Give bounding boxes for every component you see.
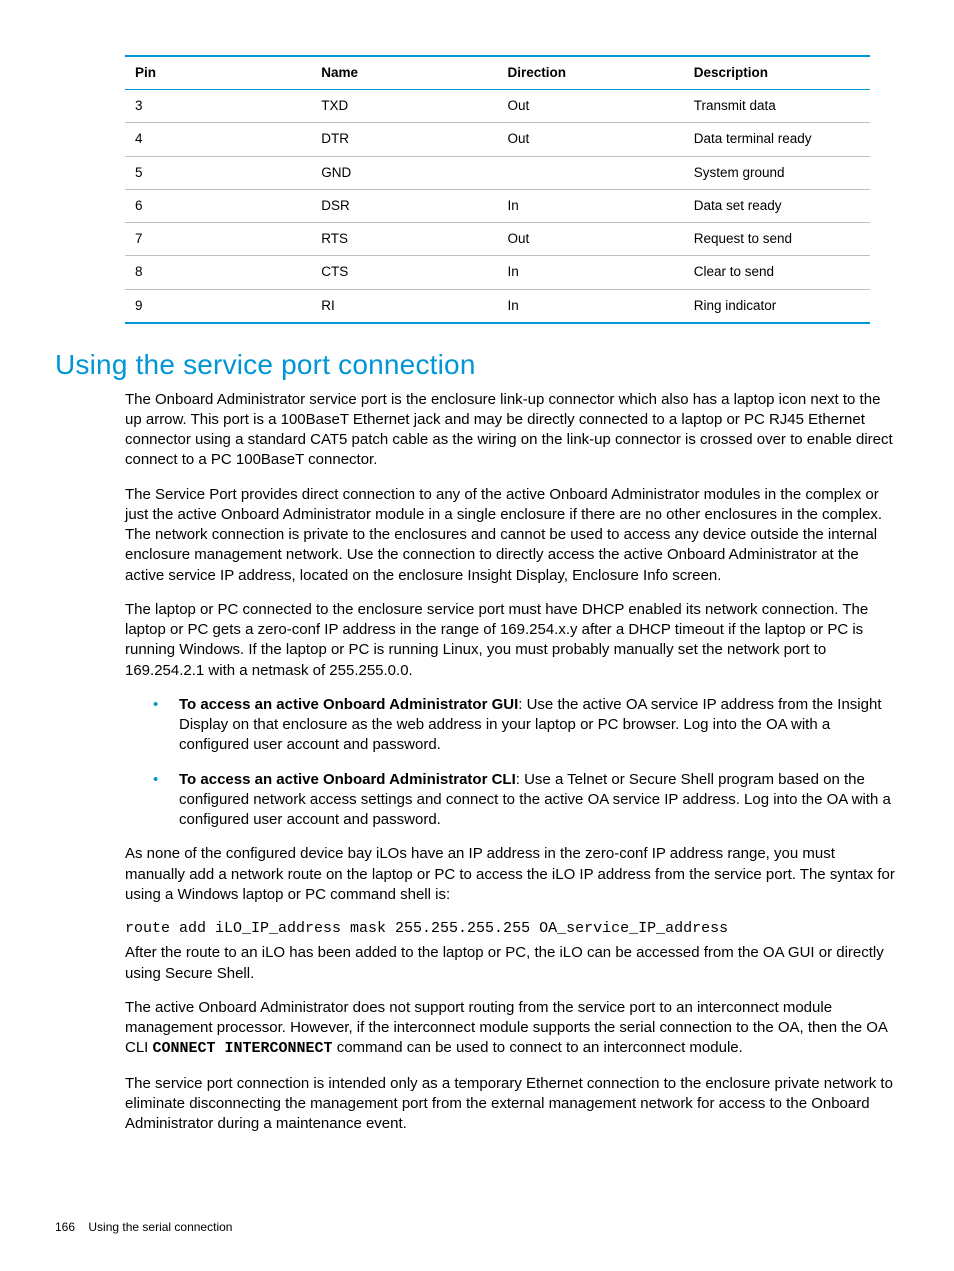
cell-pin: 6 (125, 189, 311, 222)
th-pin: Pin (125, 56, 311, 90)
table-row: 9 RI In Ring indicator (125, 289, 870, 323)
bullet-lead: To access an active Onboard Administrato… (179, 771, 516, 788)
section-heading: Using the service port connection (55, 346, 899, 384)
cell-direction: Out (498, 223, 684, 256)
page-number: 166 (55, 1220, 75, 1234)
cell-description: Data terminal ready (684, 123, 870, 156)
cell-name: DSR (311, 189, 497, 222)
paragraph: The Onboard Administrator service port i… (125, 390, 899, 471)
paragraph: After the route to an iLO has been added… (125, 943, 899, 984)
th-description: Description (684, 56, 870, 90)
cell-pin: 5 (125, 156, 311, 189)
cell-pin: 3 (125, 90, 311, 123)
cell-name: RI (311, 289, 497, 323)
cell-description: System ground (684, 156, 870, 189)
inline-command: CONNECT INTERCONNECT (153, 1040, 333, 1057)
paragraph: The Service Port provides direct connect… (125, 485, 899, 586)
cell-description: Ring indicator (684, 289, 870, 323)
cell-description: Transmit data (684, 90, 870, 123)
cell-pin: 7 (125, 223, 311, 256)
cell-direction: Out (498, 123, 684, 156)
cell-name: RTS (311, 223, 497, 256)
pin-table: Pin Name Direction Description 3 TXD Out… (125, 55, 870, 324)
th-direction: Direction (498, 56, 684, 90)
cell-description: Data set ready (684, 189, 870, 222)
cell-pin: 8 (125, 256, 311, 289)
th-name: Name (311, 56, 497, 90)
table-row: 5 GND System ground (125, 156, 870, 189)
bullet-list: To access an active Onboard Administrato… (125, 695, 899, 831)
bullet-lead: To access an active Onboard Administrato… (179, 696, 518, 713)
cell-pin: 4 (125, 123, 311, 156)
cell-description: Request to send (684, 223, 870, 256)
cell-name: CTS (311, 256, 497, 289)
list-item: To access an active Onboard Administrato… (125, 770, 899, 831)
table-row: 3 TXD Out Transmit data (125, 90, 870, 123)
paragraph-text: command can be used to connect to an int… (333, 1039, 743, 1056)
page-footer: 166 Using the serial connection (55, 1219, 232, 1235)
list-item: To access an active Onboard Administrato… (125, 695, 899, 756)
command-line: route add iLO_IP_address mask 255.255.25… (125, 919, 899, 939)
table-row: 8 CTS In Clear to send (125, 256, 870, 289)
cell-pin: 9 (125, 289, 311, 323)
paragraph: As none of the configured device bay iLO… (125, 844, 899, 905)
cell-name: DTR (311, 123, 497, 156)
cell-direction (498, 156, 684, 189)
paragraph: The service port connection is intended … (125, 1074, 899, 1135)
cell-name: GND (311, 156, 497, 189)
cell-direction: Out (498, 90, 684, 123)
table-row: 6 DSR In Data set ready (125, 189, 870, 222)
table-row: 7 RTS Out Request to send (125, 223, 870, 256)
cell-direction: In (498, 189, 684, 222)
footer-section: Using the serial connection (88, 1220, 232, 1234)
cell-description: Clear to send (684, 256, 870, 289)
table-row: 4 DTR Out Data terminal ready (125, 123, 870, 156)
table-header-row: Pin Name Direction Description (125, 56, 870, 90)
paragraph: The active Onboard Administrator does no… (125, 998, 899, 1060)
cell-name: TXD (311, 90, 497, 123)
paragraph: The laptop or PC connected to the enclos… (125, 600, 899, 681)
cell-direction: In (498, 289, 684, 323)
cell-direction: In (498, 256, 684, 289)
